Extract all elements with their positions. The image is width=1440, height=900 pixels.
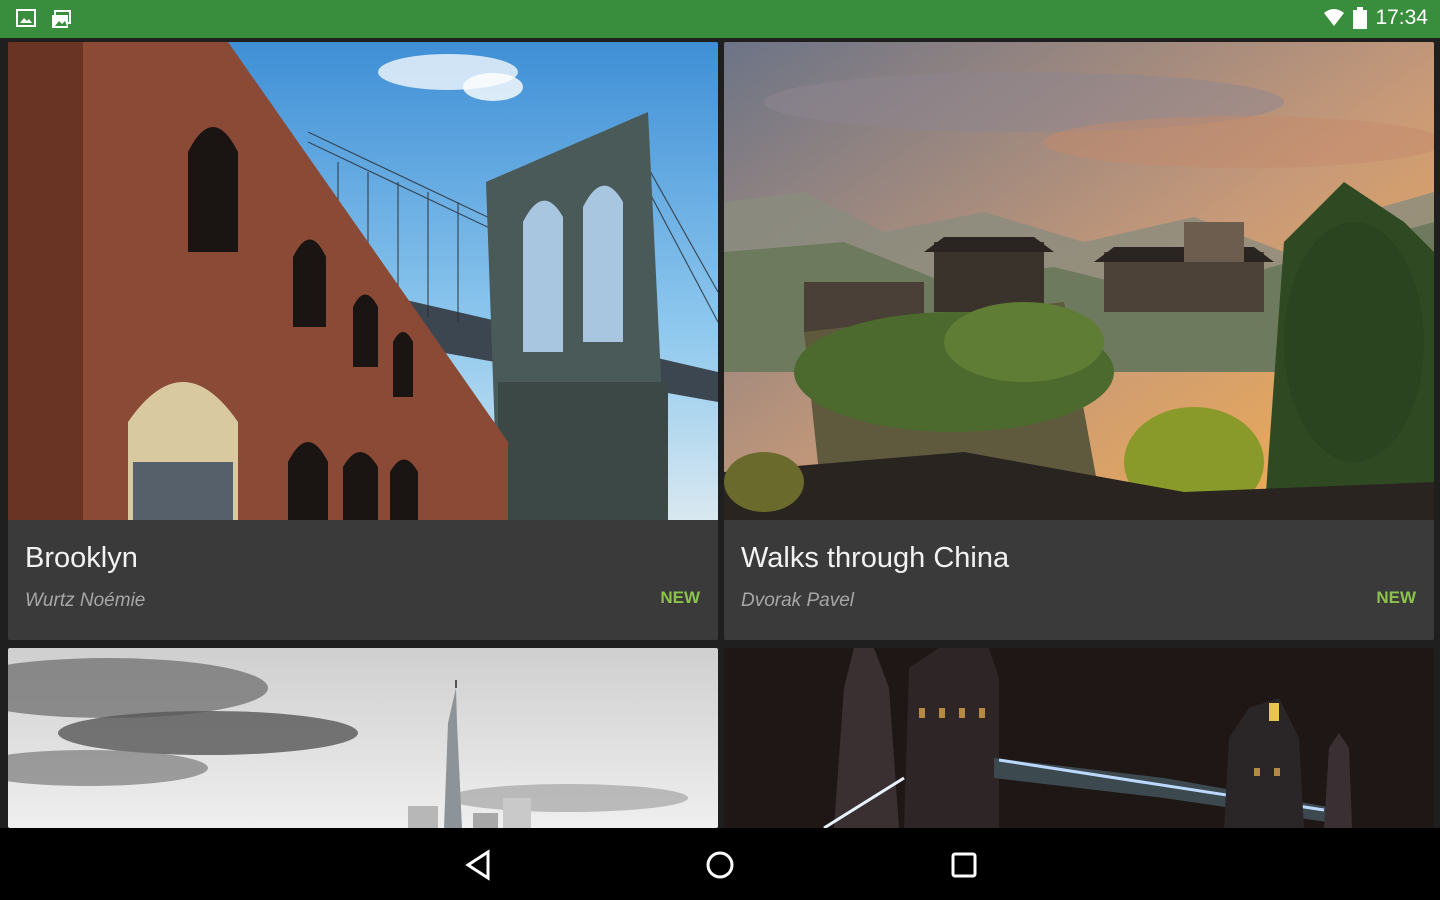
card-author: Dvorak Pavel (741, 590, 854, 611)
china-village-photo[interactable] (724, 42, 1434, 520)
card-title: Brooklyn (25, 542, 138, 574)
card-footer: Walks through China Dvorak Pavel NEW (724, 520, 1434, 640)
card-footer: Brooklyn Wurtz Noémie NEW (8, 520, 718, 640)
album-card-brooklyn[interactable]: Brooklyn Wurtz Noémie NEW (8, 42, 718, 640)
brooklyn-bridge-photo[interactable] (8, 42, 718, 520)
album-card-tower-bridge[interactable] (724, 648, 1434, 828)
status-bar: 17:34 (0, 0, 1440, 38)
album-card-skyline[interactable] (8, 648, 718, 828)
gallery-notification-icon (16, 8, 36, 30)
card-author: Wurtz Noémie (25, 590, 146, 611)
city-skyline-photo[interactable] (8, 648, 718, 828)
navigation-bar (0, 828, 1440, 900)
back-icon[interactable] (460, 846, 498, 884)
wifi-icon (1323, 8, 1345, 28)
home-icon[interactable] (701, 846, 739, 884)
card-title: Walks through China (741, 542, 1010, 574)
tower-bridge-night-photo[interactable] (724, 648, 1434, 828)
recents-icon[interactable] (945, 846, 983, 884)
photo-stack-notification-icon (50, 8, 72, 30)
album-card-china[interactable]: Walks through China Dvorak Pavel NEW (724, 42, 1434, 640)
status-time: 17:34 (1375, 6, 1428, 29)
album-grid: Brooklyn Wurtz Noémie NEW Walks through … (0, 38, 1440, 828)
new-badge: NEW (1376, 588, 1416, 607)
new-badge: NEW (660, 588, 700, 607)
battery-icon (1353, 7, 1368, 29)
